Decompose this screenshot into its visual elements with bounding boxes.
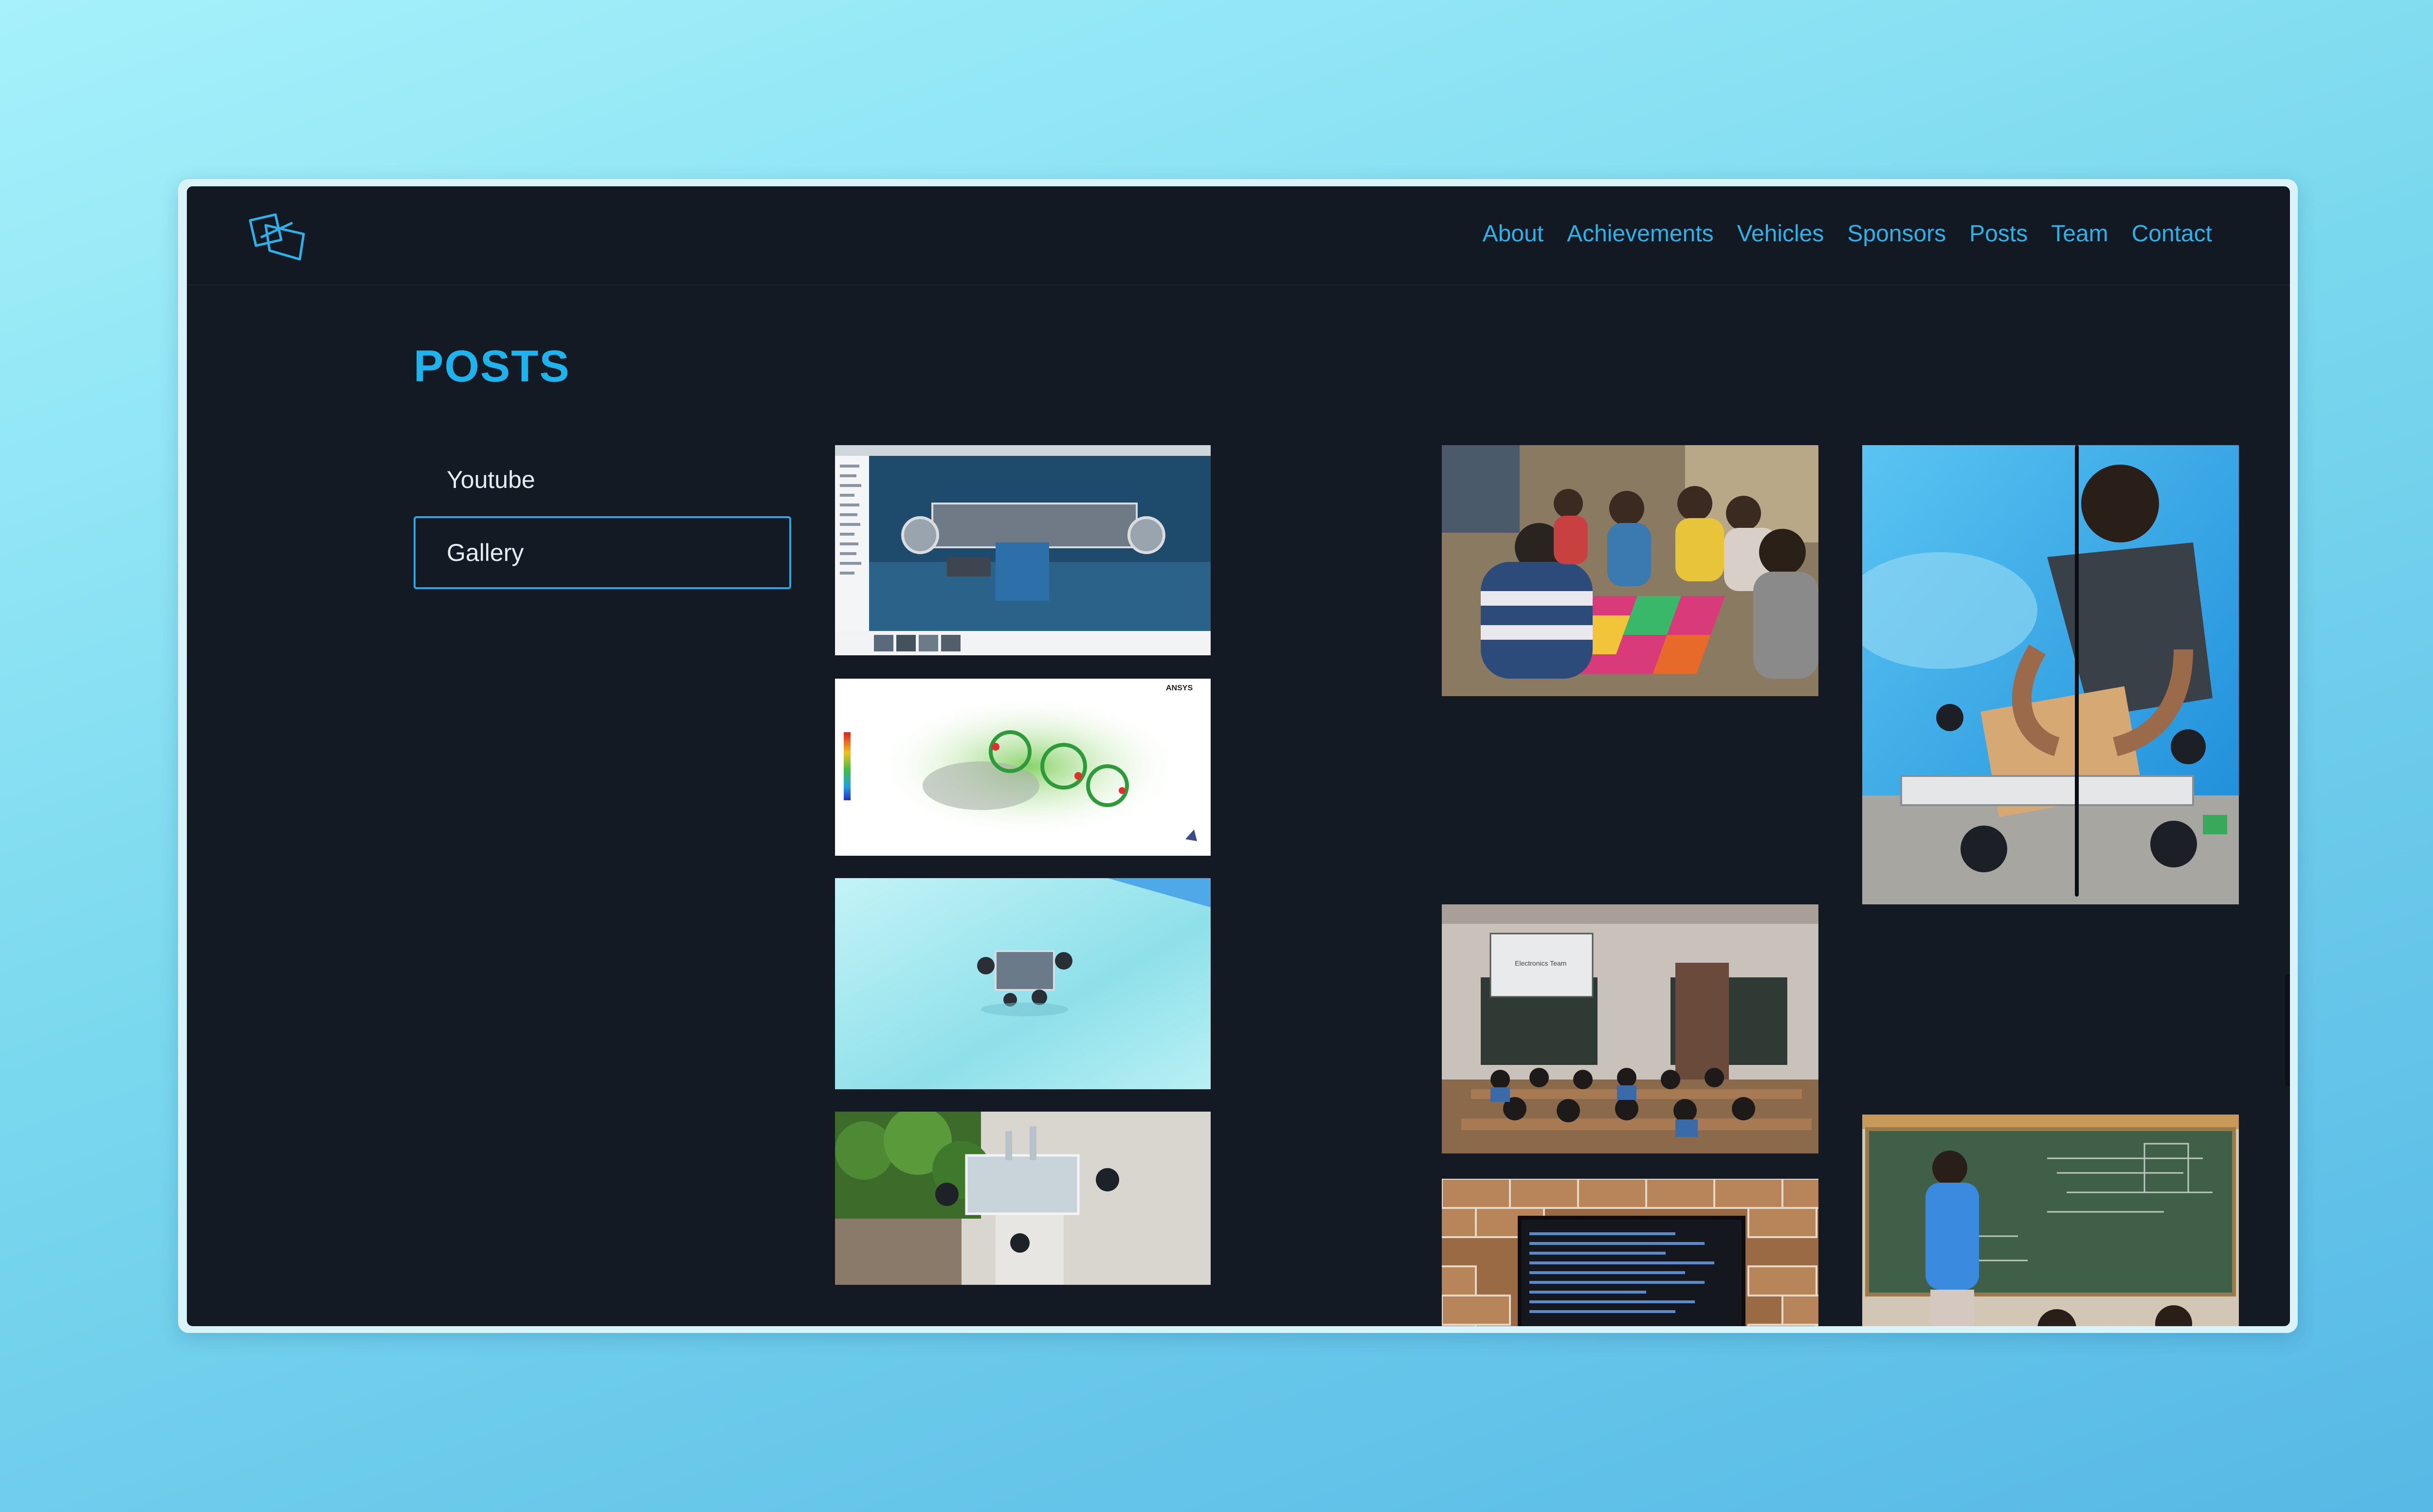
- nav-links: About Achievements Vehicles Sponsors Pos…: [1483, 220, 2212, 247]
- svg-text:Electronics Team: Electronics Team: [1515, 959, 1566, 967]
- team-logo-icon[interactable]: [246, 211, 309, 264]
- browser-window: About Achievements Vehicles Sponsors Pos…: [187, 186, 2290, 1326]
- nav-posts[interactable]: Posts: [1969, 220, 2028, 247]
- gallery-scrollbar[interactable]: [2075, 445, 2079, 897]
- computer-terminal-brick-wall[interactable]: [1442, 1179, 1818, 1326]
- nav-team[interactable]: Team: [2051, 220, 2108, 247]
- nav-vehicles[interactable]: Vehicles: [1737, 220, 1824, 247]
- page-title: POSTS: [414, 342, 570, 391]
- nav-about[interactable]: About: [1483, 220, 1543, 247]
- member-assembling-vehicle-poolside[interactable]: [1862, 445, 2239, 904]
- cad-model-screenshot[interactable]: [835, 445, 1211, 655]
- posts-side-menu: Youtube Gallery: [414, 443, 791, 589]
- svg-text:ANSYS: ANSYS: [1166, 684, 1193, 692]
- menu-item-gallery[interactable]: Gallery: [414, 516, 791, 589]
- team-working-on-floor[interactable]: [1442, 445, 1818, 696]
- nav-contact[interactable]: Contact: [2132, 220, 2212, 247]
- classroom-presentation[interactable]: Electronics Team: [1442, 904, 1818, 1153]
- team-at-blackboard[interactable]: [1862, 1115, 2239, 1326]
- ansys-flow-simulation[interactable]: ANSYS: [835, 679, 1211, 856]
- menu-item-youtube[interactable]: Youtube: [414, 443, 791, 516]
- top-navbar: About Achievements Vehicles Sponsors Pos…: [187, 186, 2290, 286]
- simulated-vehicle-in-pool[interactable]: [835, 878, 1211, 1089]
- nav-sponsors[interactable]: Sponsors: [1847, 220, 1946, 247]
- vehicle-on-stand-outdoors[interactable]: [835, 1112, 1211, 1285]
- nav-achievements[interactable]: Achievements: [1567, 220, 1713, 247]
- window-edge-handle: [2285, 974, 2290, 1086]
